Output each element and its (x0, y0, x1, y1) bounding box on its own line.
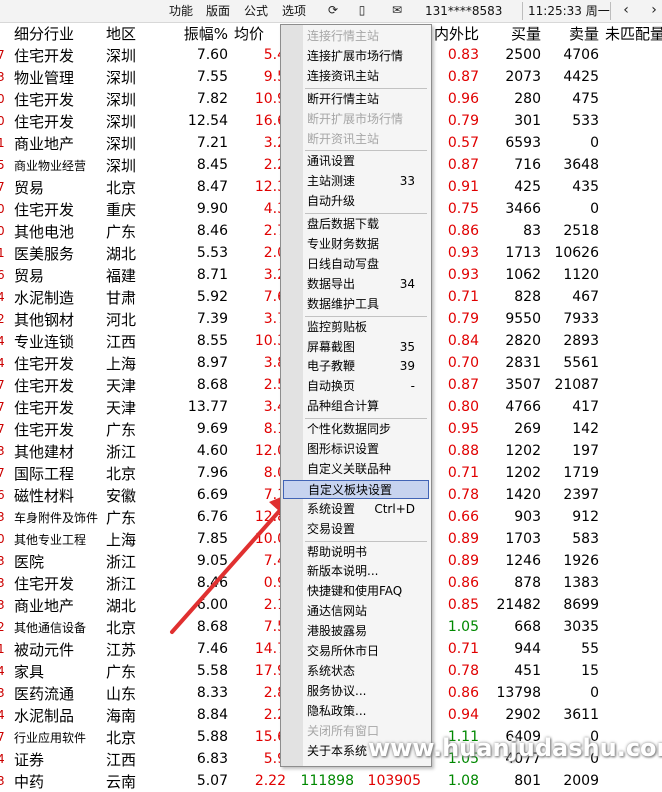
menu-item-label: 数据维护工具 (307, 296, 380, 311)
menu-item-label: 屏幕截图 (307, 339, 356, 354)
menu-item[interactable]: 快捷键和使用FAQ (283, 582, 429, 601)
menu-item[interactable]: 交易所休市日 (283, 642, 429, 661)
menu-item[interactable]: 自定义板块设置 (283, 479, 429, 499)
menu-item-label: 连接扩展市场行情 (307, 48, 404, 63)
menu-item[interactable]: 交易设置 (283, 520, 429, 539)
menu-item[interactable]: 断开行情主站 (283, 90, 429, 109)
menu-item-label: 隐私政策... (307, 703, 367, 718)
menu-item[interactable]: 系统设置 Ctrl+D (283, 500, 429, 519)
menu-item-label: 自动升级 (307, 194, 356, 209)
menu-item[interactable]: 屏幕截图 35 (283, 338, 429, 357)
menu-separator (305, 150, 427, 152)
menu-item-label: 断开行情主站 (307, 91, 380, 106)
menu-item[interactable]: 系统状态 (283, 662, 429, 681)
system-menu: 连接行情主站连接扩展市场行情 连接资讯主站 断开行情主站断开扩展市场行情 断开资讯主站… (280, 24, 432, 767)
menu-item-label: 日线自动写盘 (307, 256, 380, 271)
menu-item[interactable]: 通达信网站 (283, 602, 429, 621)
menu-item-label: 自定义板块设置 (308, 482, 393, 497)
menu-item: 断开资讯主站 (283, 130, 429, 149)
menu-item-label: 图形标识设置 (307, 442, 380, 456)
menu-item: 断开扩展市场行情 (283, 110, 429, 129)
menu-item-label: 专业财务数据 (307, 237, 380, 251)
menu-item-label: 数据导出 (307, 276, 356, 291)
menu-item: 连接行情主站 (283, 27, 429, 46)
menu-item[interactable]: 隐私政策... (283, 702, 429, 721)
menu-item[interactable]: 图形标识设置 (283, 440, 429, 459)
menu-item[interactable]: 自定义关联品种 (283, 460, 429, 479)
menu-item-shortcut: 35 (399, 339, 415, 354)
menu-item-label: 品种组合计算 (307, 399, 380, 414)
menu-item-label: 自定义关联品种 (307, 461, 392, 476)
menu-item-shortcut: 39 (399, 359, 415, 374)
menu-item-label: 关于本系统 (307, 743, 368, 758)
menu-item-label: 断开资讯主站 (307, 131, 380, 146)
menu-separator (305, 540, 427, 542)
menu-item[interactable]: 通讯设置 (283, 152, 429, 171)
menu-item-label: 港股披露易 (307, 624, 368, 639)
menu-item-label: 交易所休市日 (307, 644, 380, 658)
menu-item-label: 主站测速 (307, 174, 356, 189)
menu-item[interactable]: 帮助说明书 (283, 543, 429, 562)
menu-item-label: 自动换页 (307, 379, 356, 394)
menu-item-label: 交易设置 (307, 521, 356, 536)
menu-item-label: 新版本说明... (307, 564, 379, 579)
menu-item-label: 通达信网站 (307, 604, 368, 619)
menu-item-label: 帮助说明书 (307, 544, 368, 559)
menu-item[interactable]: 电子教鞭 39 (283, 357, 429, 376)
menu-item-label: 系统状态 (307, 663, 356, 678)
menu-item[interactable]: 服务协议... (283, 682, 429, 701)
menu-item[interactable]: 自动换页 - (283, 377, 429, 396)
menu-item[interactable]: 数据维护工具 (283, 295, 429, 314)
menu-item-shortcut: 34 (399, 276, 415, 291)
menu-item-label: 快捷键和使用FAQ (307, 584, 403, 599)
menu-item[interactable]: 主站测速 33 (283, 172, 429, 191)
menu-item-label: 电子教鞭 (307, 359, 356, 374)
menu-item-label: 盘后数据下载 (307, 217, 380, 232)
menu-item-label: 监控剪贴板 (307, 319, 368, 334)
menu-separator (305, 213, 427, 215)
arrow-shaft (170, 506, 284, 634)
menu-separator (305, 87, 427, 89)
menu-item-label: 系统设置 (307, 501, 356, 516)
menu-item[interactable]: 日线自动写盘 (283, 255, 429, 274)
menu-item[interactable]: 新版本说明... (283, 562, 429, 581)
menu-item-label: 个性化数据同步 (307, 422, 392, 437)
menu-item[interactable]: 港股披露易 (283, 622, 429, 641)
menu-item-label: 断开扩展市场行情 (307, 111, 404, 126)
menu-item[interactable]: 数据导出 34 (283, 275, 429, 294)
menu-item-label: 连接行情主站 (307, 29, 380, 43)
menu-item[interactable]: 专业财务数据 (283, 235, 429, 254)
menu-item[interactable]: 品种组合计算 (283, 397, 429, 416)
menu-item[interactable]: 连接扩展市场行情 (283, 47, 429, 66)
menu-item[interactable]: 盘后数据下载 (283, 215, 429, 234)
site-watermark: www.huanjudashu.com (368, 734, 662, 762)
menu-item[interactable]: 个性化数据同步 (283, 420, 429, 439)
menu-separator (305, 315, 427, 317)
menu-item[interactable]: 连接资讯主站 (283, 67, 429, 86)
menu-item[interactable]: 自动升级 (283, 192, 429, 211)
menu-item-shortcut: 33 (399, 174, 415, 189)
menu-item-label: 通讯设置 (307, 154, 356, 169)
menu-item-shortcut: Ctrl+D (374, 501, 415, 516)
menu-item[interactable]: 监控剪贴板 (283, 318, 429, 337)
menu-item-shortcut: - (410, 379, 415, 394)
menu-item-label: 连接资讯主站 (307, 68, 380, 83)
menu-item-label: 服务协议... (307, 683, 367, 698)
menu-separator (305, 418, 427, 420)
